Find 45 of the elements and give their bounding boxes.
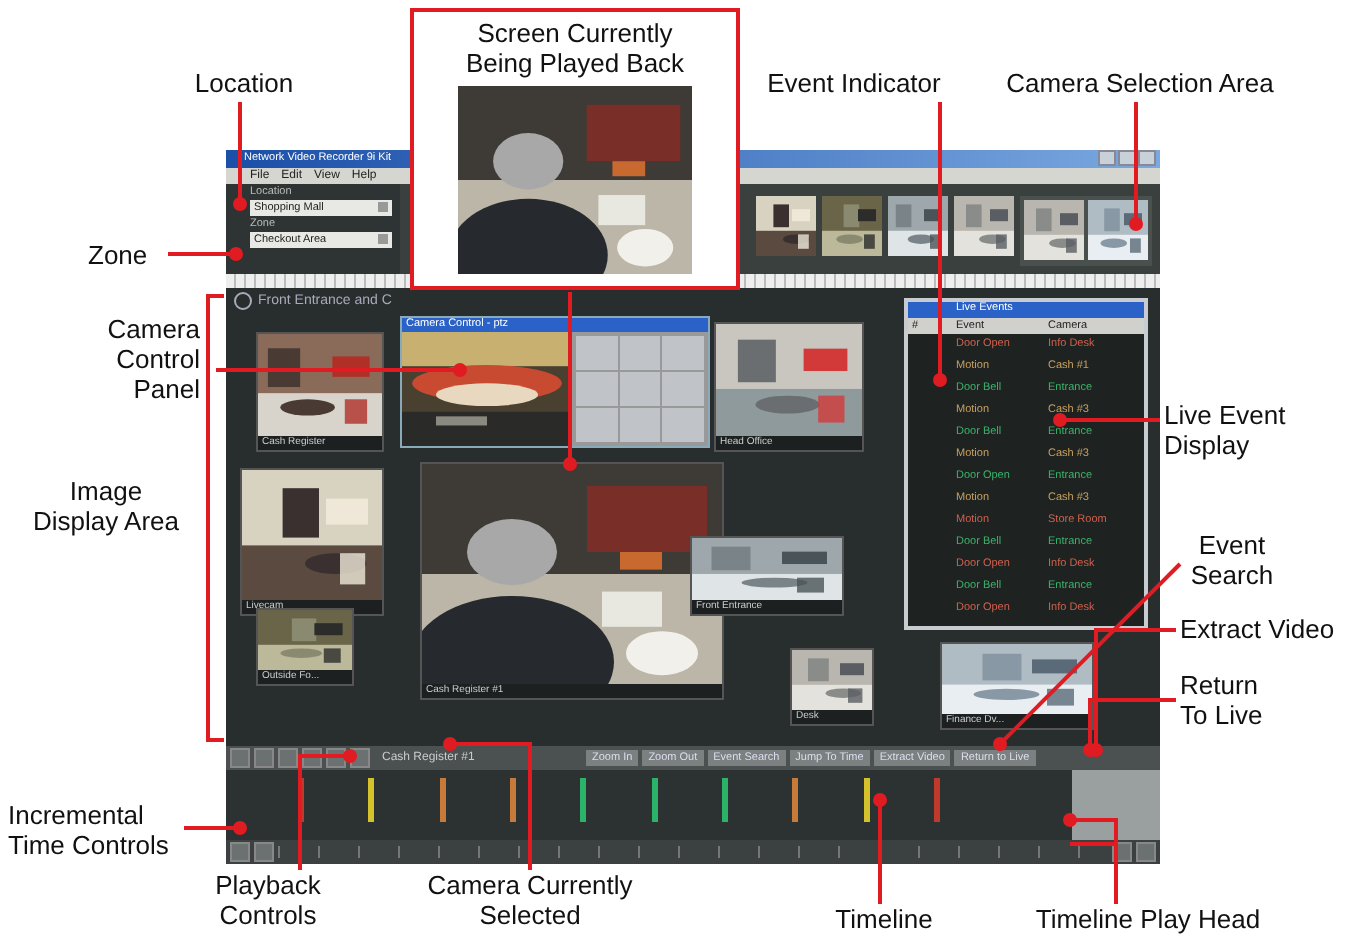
leader-line: [233, 102, 247, 211]
callout-label: Timeline: [833, 904, 935, 934]
zoom-button[interactable]: [1136, 842, 1156, 863]
event-marker[interactable]: [580, 777, 587, 822]
event-marker[interactable]: [439, 777, 446, 822]
event-marker[interactable]: [368, 777, 375, 822]
leader-line: [1129, 102, 1143, 231]
ptz-pad[interactable]: [572, 331, 708, 446]
leader-line: [1063, 813, 1118, 906]
callout-label: Screen Currently Being Played Back: [465, 18, 685, 78]
event-marker[interactable]: [721, 777, 728, 822]
callout-label: Live Event Display: [1164, 400, 1288, 460]
close-button[interactable]: [1138, 150, 1156, 167]
event-marker[interactable]: [651, 777, 658, 822]
callout-label: Location: [192, 68, 296, 98]
playback-button[interactable]: [254, 748, 274, 769]
step-back-button[interactable]: [230, 842, 250, 863]
callout-label: Camera Selection Area: [1004, 68, 1276, 98]
callout-label: Timeline Play Head: [1033, 904, 1263, 934]
collapse-icon[interactable]: [234, 291, 252, 310]
step-forward-button[interactable]: [254, 842, 274, 863]
event-marker[interactable]: [510, 777, 517, 822]
leader-line: [1053, 413, 1160, 427]
callout-label: Event Indicator: [765, 68, 943, 98]
leader-line: [298, 749, 357, 870]
minimize-button[interactable]: [1098, 150, 1116, 167]
callout-label: Zone: [88, 240, 150, 270]
event-marker[interactable]: [863, 777, 870, 822]
playback-button[interactable]: [230, 748, 250, 769]
callout-label: Camera Control Panel: [105, 314, 200, 404]
callout-label: Image Display Area: [31, 476, 181, 536]
event-marker[interactable]: [792, 777, 799, 822]
event-marker[interactable]: [933, 777, 940, 822]
leader-line: [184, 821, 247, 835]
callout-label: Event Search: [1188, 530, 1276, 590]
callout-label: Playback Controls: [213, 870, 323, 930]
playback-button[interactable]: [278, 748, 298, 769]
callout-label: Return To Live: [1180, 670, 1265, 730]
leader-line: [168, 247, 243, 261]
play-head[interactable]: [1072, 769, 1160, 841]
leader-line: [873, 793, 887, 904]
callout-label: Extract Video: [1180, 614, 1337, 644]
callout-label: Incremental Time Controls: [8, 800, 171, 860]
callout-label: Camera Currently Selected: [425, 870, 635, 930]
event-marker[interactable]: [298, 777, 305, 822]
